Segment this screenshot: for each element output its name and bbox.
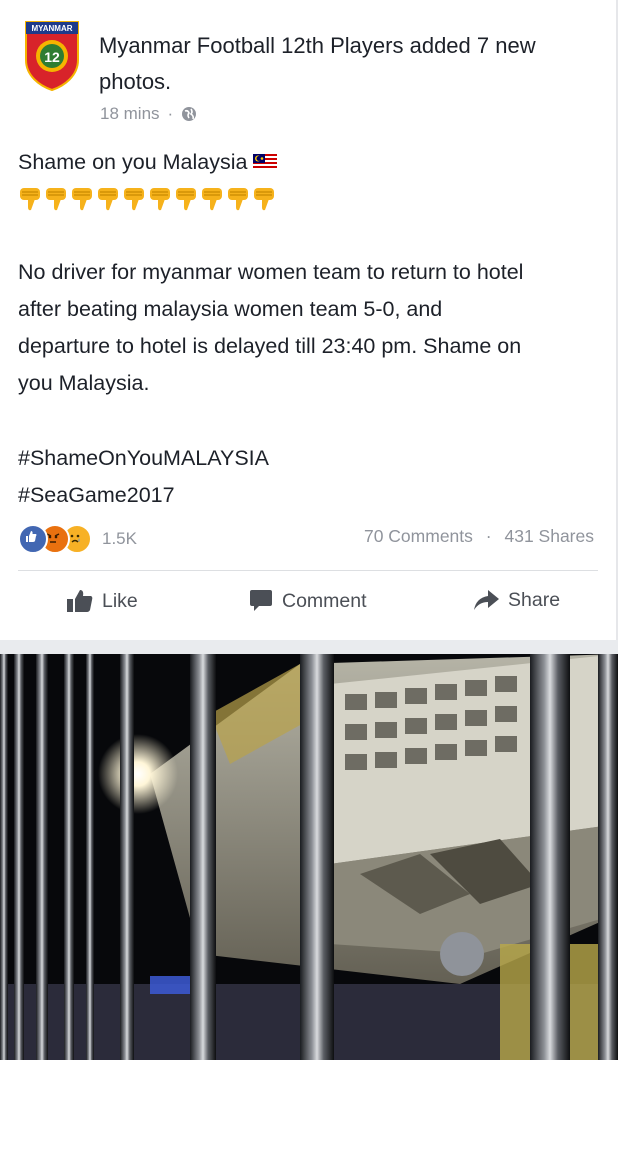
thumbs-down-emoji-icon	[252, 186, 276, 212]
thumbs-down-emoji-icon	[174, 186, 198, 212]
globe-icon	[181, 106, 197, 122]
post-photo[interactable]	[0, 654, 618, 1060]
post-header: Myanmar Football 12th Players added 7 ne…	[99, 28, 599, 100]
post-meta: 18 mins ·	[100, 104, 197, 124]
post-body: Shame on you Malaysia No driver for myan…	[18, 144, 608, 514]
paragraph-line: departure to hotel is delayed till 23:40…	[18, 333, 522, 358]
comment-button[interactable]: Comment	[248, 588, 367, 614]
reactions-summary[interactable]: 1.5K	[18, 524, 137, 554]
post-action-text-2[interactable]: photos.	[99, 69, 171, 94]
comment-label: Comment	[282, 589, 367, 612]
post-card: MYANMAR 12 Myanmar Football 12th Players…	[0, 0, 618, 640]
like-reaction-icon	[18, 524, 48, 554]
post-action-text: added 7 new	[409, 33, 536, 58]
thumbs-down-emoji-icon	[122, 186, 146, 212]
post-timestamp[interactable]: 18 mins	[100, 104, 160, 124]
thumbs-down-emoji-icon	[44, 186, 68, 212]
post-separator	[0, 640, 618, 654]
thumbs-down-emoji-icon	[18, 186, 42, 212]
like-button[interactable]: Like	[66, 588, 138, 614]
actions-divider	[18, 570, 598, 571]
page-name-link[interactable]: Myanmar Football 12th Players	[99, 33, 403, 58]
thumbs-down-emoji-icon	[148, 186, 172, 212]
comment-icon	[248, 588, 274, 614]
malaysia-flag-icon	[253, 145, 278, 182]
logo-text: MYANMAR	[31, 24, 72, 33]
share-arrow-icon	[472, 588, 500, 612]
paragraph-line: after beating malaysia women team 5-0, a…	[18, 296, 443, 321]
thumbs-down-emoji-icon	[96, 186, 120, 212]
engagement-counts: 70 Comments · 431 Shares	[364, 526, 594, 547]
thumbs-down-emoji-row	[18, 182, 608, 216]
comments-count[interactable]: 70 Comments	[364, 526, 473, 546]
logo-number: 12	[44, 49, 60, 65]
thumbs-down-emoji-icon	[70, 186, 94, 212]
hashtag-link[interactable]: #SeaGame2017	[18, 477, 608, 514]
shares-count[interactable]: 431 Shares	[504, 526, 594, 546]
share-button[interactable]: Share	[472, 588, 560, 612]
counts-separator: ·	[485, 526, 492, 546]
thumbs-down-emoji-icon	[226, 186, 250, 212]
thumbs-down-emoji-icon	[200, 186, 224, 212]
stadium-photo-image	[0, 654, 618, 1060]
reactions-count: 1.5K	[102, 529, 137, 548]
paragraph-line: No driver for myanmar women team to retu…	[18, 259, 524, 284]
meta-dot: ·	[167, 104, 174, 123]
share-label: Share	[508, 588, 561, 611]
page-avatar[interactable]: MYANMAR 12	[22, 20, 82, 92]
thumbs-up-icon	[66, 588, 94, 614]
like-label: Like	[102, 589, 138, 612]
paragraph-line: you Malaysia.	[18, 370, 150, 395]
hashtag-link[interactable]: #ShameOnYouMALAYSIA	[18, 440, 608, 477]
post-line-1: Shame on you Malaysia	[18, 144, 608, 182]
